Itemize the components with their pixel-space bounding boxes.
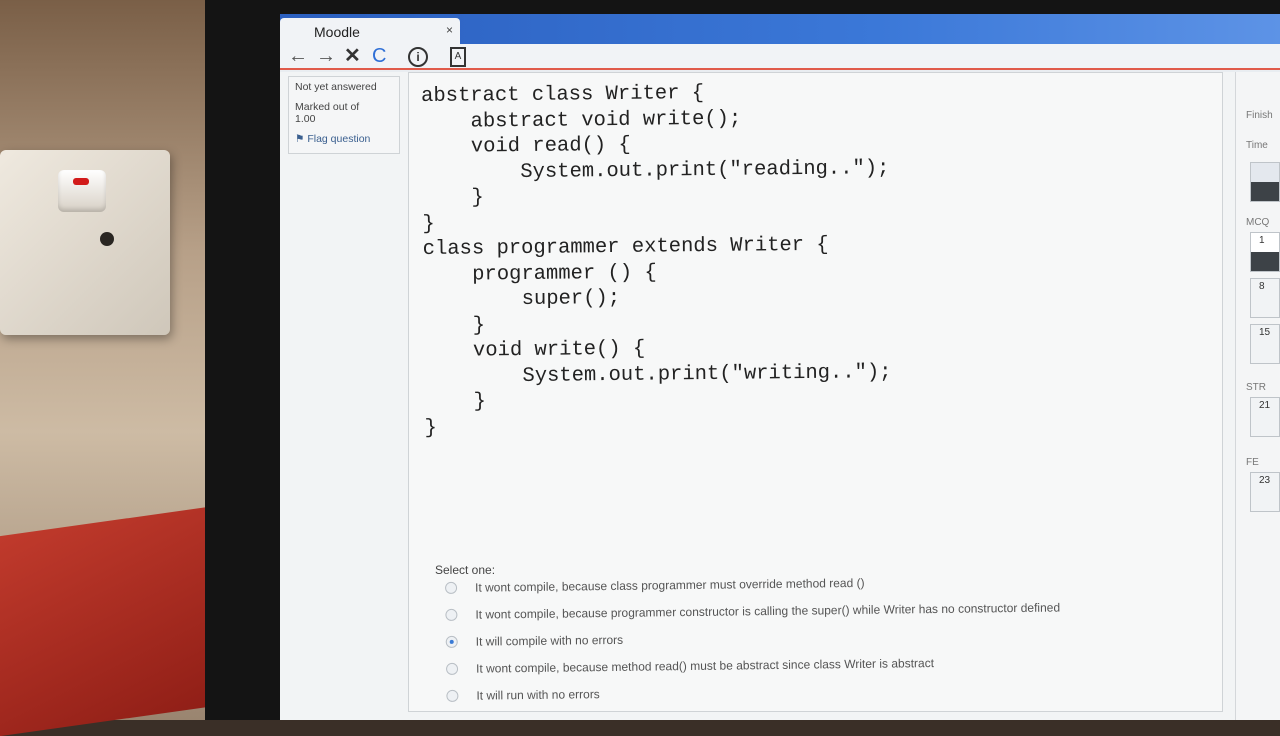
wall-socket (0, 150, 170, 335)
moodle-page: Not yet answered Marked out of 1.00 ⚑ Fl… (280, 72, 1280, 720)
quiz-nav-button[interactable]: 8 (1250, 278, 1280, 318)
radio-button-selected[interactable] (445, 635, 458, 648)
back-arrow-icon[interactable]: ← (288, 45, 308, 67)
answer-options: It wont compile, because class programme… (445, 572, 1167, 716)
flag-question-link[interactable]: ⚑ Flag question (295, 133, 393, 145)
browser-tab[interactable]: Moodle × (280, 18, 460, 44)
quiz-nav-current[interactable] (1250, 162, 1280, 202)
section-str-label: STR (1246, 382, 1266, 393)
radio-button[interactable] (445, 608, 458, 621)
finish-attempt-link[interactable]: Finish (1246, 110, 1273, 121)
browser-titlebar: Moodle × (280, 14, 1280, 44)
quiz-navigation-panel: Finish Time MCQ 1 8 15 STR 21 FE 23 (1235, 72, 1280, 720)
socket-hole (100, 232, 114, 246)
radio-button[interactable] (445, 581, 458, 594)
question-info-box: Not yet answered Marked out of 1.00 ⚑ Fl… (288, 76, 400, 154)
time-left-label: Time (1246, 140, 1268, 151)
pdf-icon[interactable]: A (450, 47, 466, 67)
option-label: It will run with no errors (476, 687, 600, 703)
question-status: Not yet answered (295, 81, 377, 93)
code-image: abstract class Writer { abstract void wr… (421, 79, 1025, 465)
radio-button[interactable] (446, 662, 459, 675)
option-label: It will compile with no errors (475, 632, 624, 649)
info-icon[interactable]: i (408, 47, 428, 67)
flag-question-label: Flag question (307, 133, 371, 145)
section-mcq-label: MCQ (1246, 217, 1270, 228)
quiz-nav-button[interactable]: 15 (1250, 324, 1280, 364)
section-fe-label: FE (1246, 457, 1259, 468)
question-content: abstract class Writer { abstract void wr… (408, 72, 1223, 712)
red-object (0, 503, 230, 736)
marked-label: Marked out of (295, 101, 360, 113)
select-one-label: Select one: (435, 563, 496, 577)
tab-close-icon[interactable]: × (446, 23, 453, 37)
option-label: It wont compile, because class programme… (474, 575, 865, 595)
stop-icon[interactable]: ✕ (344, 45, 361, 67)
radio-button[interactable] (446, 689, 459, 702)
mark-value: 1.00 (295, 113, 316, 125)
flag-icon: ⚑ (295, 133, 305, 145)
quiz-nav-button[interactable]: 1 (1250, 232, 1280, 272)
forward-arrow-icon[interactable]: → (316, 45, 336, 67)
reload-icon[interactable]: C (372, 45, 386, 67)
tab-title: Moodle (314, 24, 360, 40)
socket-switch (58, 170, 106, 212)
quiz-nav-button[interactable]: 23 (1250, 472, 1280, 512)
screen: Moodle × ← → ✕ C i A Not yet answered Ma… (280, 14, 1280, 720)
code-line: } (424, 416, 438, 440)
browser-navbar: ← → ✕ C i A (280, 44, 1280, 70)
quiz-nav-button[interactable]: 21 (1250, 397, 1280, 437)
